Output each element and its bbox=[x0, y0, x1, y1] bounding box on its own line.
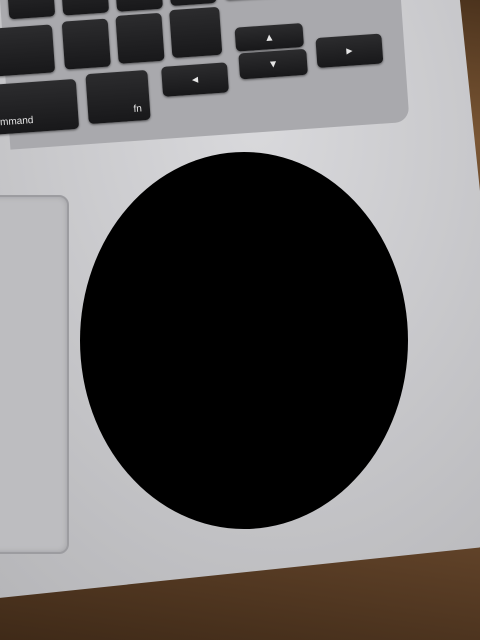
keyboard-key bbox=[0, 24, 56, 77]
fn-key: fn bbox=[85, 69, 151, 125]
keyboard-key bbox=[169, 6, 223, 59]
keyboard-key bbox=[60, 0, 110, 16]
arrow-left-icon: ◀ bbox=[191, 74, 199, 85]
command-key: ommand bbox=[0, 78, 80, 136]
keyboard-key bbox=[168, 0, 217, 7]
redaction-ellipse bbox=[80, 152, 408, 529]
arrow-up-key: ▲ bbox=[234, 22, 305, 52]
keyboard-key bbox=[115, 12, 165, 64]
command-key-label: ommand bbox=[0, 114, 34, 129]
trackpad bbox=[0, 195, 69, 554]
arrow-right-key: ▶ bbox=[315, 33, 384, 69]
keyboard-key bbox=[61, 18, 111, 70]
keyboard-key bbox=[114, 0, 164, 12]
photo-scene: shift ommand fn ◀ ▲ ▼ ▶ bbox=[0, 0, 480, 640]
arrow-left-key: ◀ bbox=[161, 62, 229, 97]
arrow-up-icon: ▲ bbox=[265, 32, 273, 43]
arrow-down-key: ▼ bbox=[238, 48, 308, 80]
arrow-down-icon: ▼ bbox=[269, 59, 277, 69]
fn-key-label: fn bbox=[133, 103, 143, 115]
arrow-right-icon: ▶ bbox=[346, 46, 353, 56]
keyboard-key bbox=[6, 0, 56, 20]
